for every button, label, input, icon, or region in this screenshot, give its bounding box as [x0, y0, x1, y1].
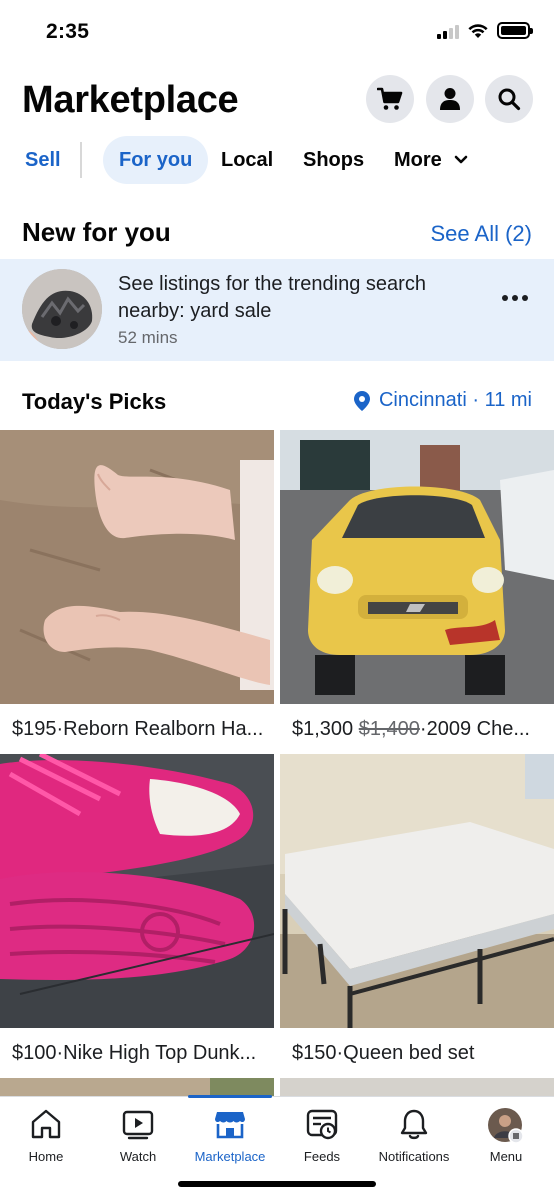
cart-icon — [377, 87, 403, 110]
tab-feeds-label: Feeds — [303, 1149, 341, 1164]
video-icon — [122, 1110, 154, 1140]
trending-search-time: 52 mins — [118, 328, 178, 347]
tab-marketplace-label: Marketplace — [194, 1149, 266, 1164]
listing-photo — [0, 430, 274, 704]
battery-icon — [497, 22, 533, 39]
tab-more-label: More — [394, 148, 442, 171]
tab-watch[interactable]: Watch — [92, 1107, 184, 1169]
tab-more[interactable]: More — [394, 136, 468, 184]
location-filter[interactable]: Cincinnati · 11 mi — [353, 389, 532, 412]
trending-thumbnail — [22, 269, 102, 349]
listing-card[interactable]: $150 · Queen bed set — [280, 754, 554, 1078]
listing-caption: $100 · Nike High Top Dunk... — [12, 1041, 257, 1064]
search-icon — [498, 88, 521, 111]
listing-old-price: $1,400 — [358, 717, 420, 740]
listing-caption: $150 · Queen bed set — [292, 1041, 475, 1064]
marketplace-nav: Sell For you Local Shops More — [0, 136, 554, 186]
chevron-down-icon — [454, 155, 468, 164]
tab-shops[interactable]: Shops — [303, 136, 364, 184]
tab-local[interactable]: Local — [221, 136, 273, 184]
status-icons — [437, 22, 533, 39]
tab-for-you[interactable]: For you — [103, 136, 209, 184]
status-bar: 2:35 — [0, 0, 554, 66]
status-time: 2:35 — [46, 20, 90, 43]
tab-menu-label: Menu — [489, 1149, 523, 1164]
listing-title: Reborn Realborn Ha... — [63, 717, 264, 740]
location-label: Cincinnati · 11 mi — [378, 389, 532, 411]
listing-photo-partial[interactable] — [280, 1078, 554, 1096]
trending-search-card[interactable]: See listings for the trending search nea… — [0, 259, 554, 361]
page-title: Marketplace — [22, 79, 239, 121]
profile-button[interactable] — [426, 75, 474, 123]
trending-search-text: See listings for the trending search nea… — [118, 273, 426, 322]
tab-sell[interactable]: Sell — [25, 136, 61, 184]
listing-card[interactable]: $100 · Nike High Top Dunk... — [0, 754, 274, 1078]
listing-photo — [280, 754, 554, 1028]
listing-photo — [0, 754, 274, 1028]
active-tab-indicator — [188, 1095, 272, 1098]
nav-divider — [80, 142, 82, 178]
tab-notifications-label: Notifications — [378, 1149, 450, 1164]
cellular-signal-icon — [437, 23, 459, 39]
more-options-icon[interactable] — [502, 295, 528, 301]
home-icon — [31, 1109, 61, 1139]
listing-card[interactable]: $1,300 $1,400 · 2009 Che... — [280, 430, 554, 754]
listing-caption: $1,300 $1,400 · 2009 Che... — [292, 717, 530, 740]
section-title-todays-picks: Today's Picks — [22, 389, 167, 414]
person-icon — [440, 88, 460, 110]
tab-watch-label: Watch — [119, 1149, 157, 1164]
listing-price: $195 — [12, 717, 57, 740]
feeds-icon — [306, 1109, 338, 1140]
listing-price: $100 — [12, 1041, 57, 1064]
listing-price: $150 — [292, 1041, 337, 1064]
listing-caption: $195 · Reborn Realborn Ha... — [12, 717, 264, 740]
tab-feeds[interactable]: Feeds — [276, 1107, 368, 1169]
see-all-link[interactable]: See All (2) — [431, 221, 533, 247]
shop-icon — [215, 1112, 245, 1139]
home-indicator — [178, 1181, 376, 1187]
cart-button[interactable] — [366, 75, 414, 123]
search-button[interactable] — [485, 75, 533, 123]
listing-photo — [280, 430, 554, 704]
listing-title: Nike High Top Dunk... — [63, 1041, 257, 1064]
listing-photo-partial[interactable] — [0, 1078, 274, 1096]
tab-home[interactable]: Home — [0, 1107, 92, 1169]
listing-price: $1,300 — [292, 717, 354, 740]
tab-notifications[interactable]: Notifications — [368, 1107, 460, 1169]
listing-title: Queen bed set — [343, 1041, 475, 1064]
section-title-new-for-you: New for you — [22, 217, 171, 247]
avatar-menu-icon — [488, 1108, 524, 1144]
wifi-icon — [468, 23, 488, 38]
bell-icon — [400, 1109, 428, 1140]
listing-card[interactable]: $195 · Reborn Realborn Ha... — [0, 430, 274, 754]
tab-marketplace[interactable]: Marketplace — [184, 1107, 276, 1169]
tab-home-label: Home — [28, 1149, 64, 1164]
location-pin-icon — [353, 390, 370, 411]
header: Marketplace — [0, 70, 554, 134]
tab-menu[interactable]: Menu — [460, 1107, 552, 1169]
listing-title: 2009 Che... — [426, 717, 530, 740]
